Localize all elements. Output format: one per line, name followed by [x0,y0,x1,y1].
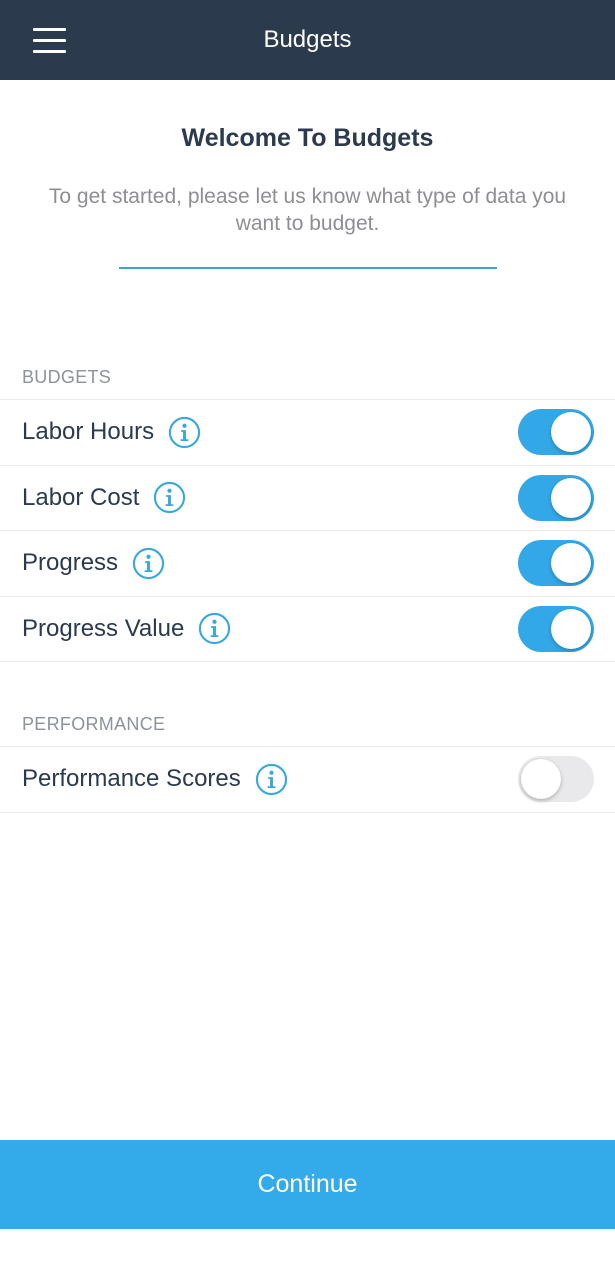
list-item-performance-scores: Performance Scores [0,747,615,813]
info-icon[interactable] [153,481,186,514]
list-item-labor-hours: Labor Hours [0,400,615,466]
info-icon[interactable] [168,416,201,449]
budgets-list: Labor Hours Labor Cost Progress Progress… [0,399,615,662]
hamburger-menu-icon-bar [33,49,66,53]
intro-section: Welcome To Budgets To get started, pleas… [0,80,615,269]
list-item-label: Progress Value [22,614,185,642]
hamburger-menu-icon [33,27,66,31]
list-item-label: Performance Scores [22,765,241,793]
list-item-label: Progress [22,549,119,577]
list-item-label: Labor Cost [22,483,140,511]
section-header-budgets: BUDGETS [22,367,112,387]
toggle-knob [551,608,591,649]
toggle-progress-value[interactable] [518,605,594,652]
info-icon[interactable] [132,547,165,580]
list-item-progress-value: Progress Value [0,597,615,662]
section-header-performance: PERFORMANCE [22,714,166,734]
menu-button[interactable] [22,20,78,60]
toggle-knob [551,477,591,518]
info-icon[interactable] [198,612,231,645]
toggle-labor-cost[interactable] [518,474,594,521]
hamburger-menu-icon-bar [33,38,66,42]
toggle-performance-scores[interactable] [518,756,594,803]
continue-button[interactable]: Continue [0,1140,615,1229]
toggle-labor-hours[interactable] [518,409,594,456]
welcome-title: Welcome To Budgets [181,124,434,152]
app-header: Budgets [0,0,615,80]
intro-divider [118,267,497,269]
performance-list: Performance Scores [0,746,615,813]
budgets-screen: Budgets Welcome To Budgets To get starte… [0,0,615,1280]
info-icon[interactable] [255,763,288,796]
toggle-knob [551,543,591,584]
toggle-knob [551,412,591,453]
page-title: Budgets [263,26,352,53]
toggle-progress[interactable] [518,540,594,587]
toggle-knob [521,759,561,800]
list-item-progress: Progress [0,531,615,597]
welcome-subtitle: To get started, please let us know what … [48,185,567,235]
list-item-label: Labor Hours [22,418,155,446]
list-item-labor-cost: Labor Cost [0,466,615,531]
